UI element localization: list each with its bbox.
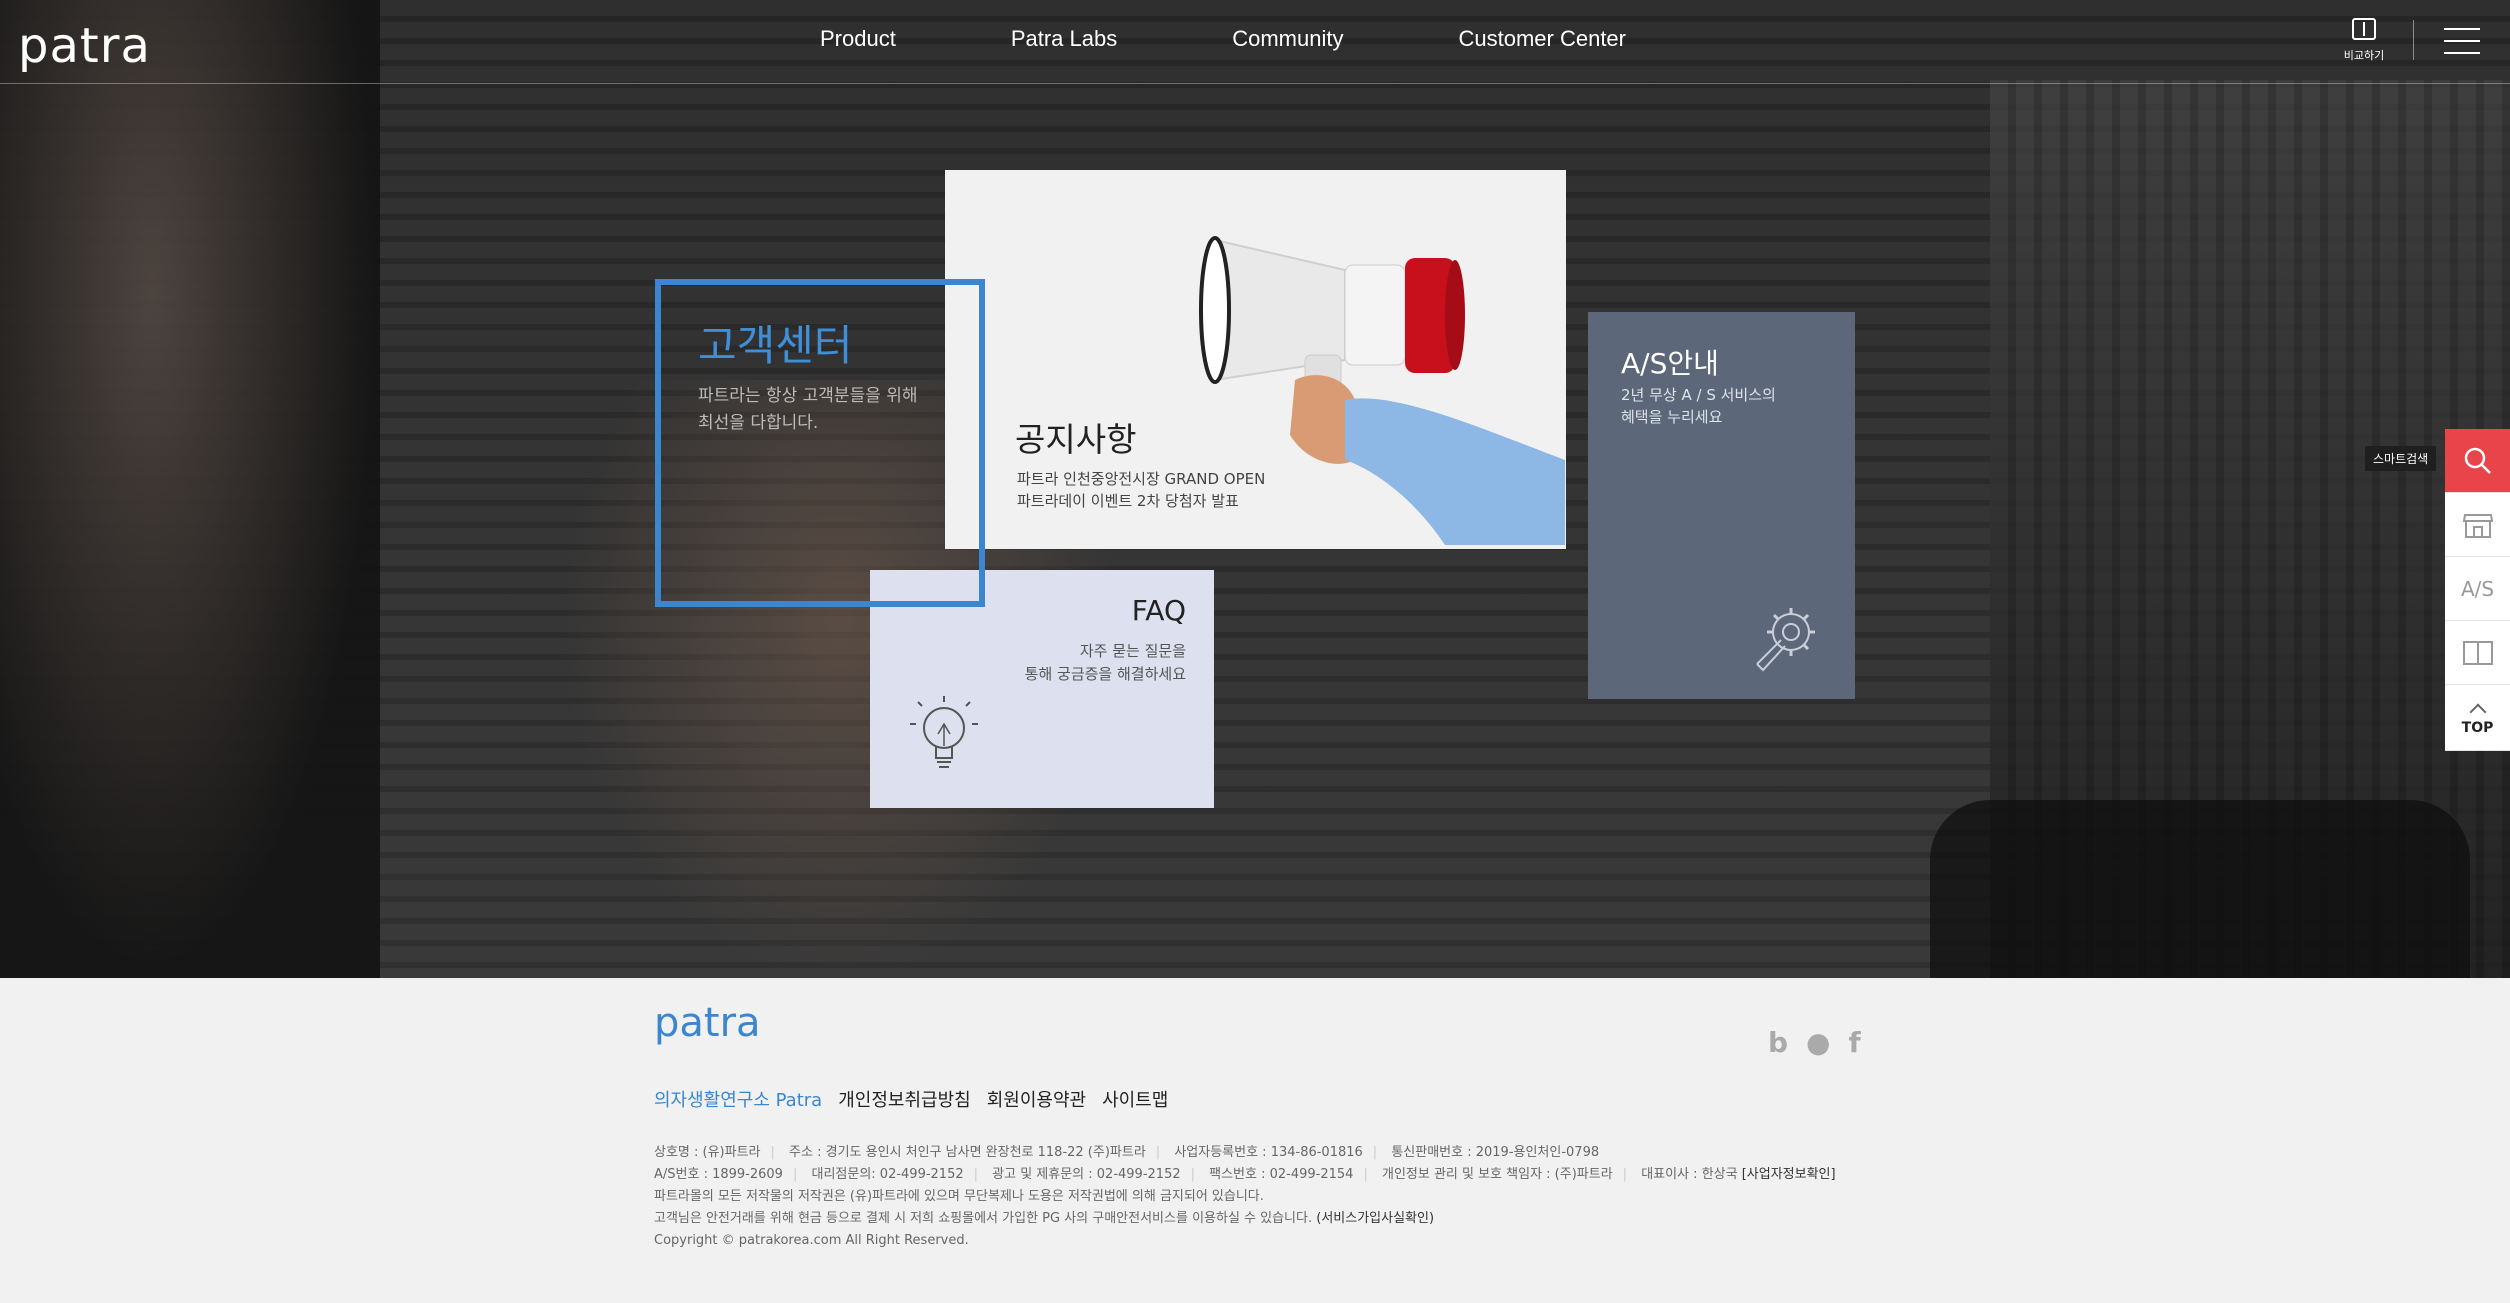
notice-line-2[interactable]: 파트라데이 이벤트 2차 당첨자 발표 bbox=[1017, 490, 1239, 511]
footer-safe-payment: 고객님은 안전거래를 위해 현금 등으로 결제 시 저희 쇼핑몰에서 가입한 P… bbox=[654, 1211, 1313, 1226]
footer-dealer-contact: 대리점문의: 02-499-2152 bbox=[811, 1167, 964, 1182]
search-icon bbox=[2464, 447, 2491, 474]
book-icon bbox=[2462, 640, 2493, 665]
footer-logo[interactable]: patra bbox=[654, 1000, 761, 1046]
footer-info: 상호명 : (유)파트라 | 주소 : 경기도 용인시 처인구 남사면 완장천로 … bbox=[654, 1142, 1836, 1252]
compare-button[interactable]: 비교하기 bbox=[2338, 18, 2390, 63]
hamburger-line bbox=[2444, 40, 2480, 42]
business-info-link[interactable]: [사업자정보확인] bbox=[1742, 1167, 1836, 1182]
compare-icon bbox=[2352, 18, 2376, 40]
as-card[interactable]: A/S안내 2년 무상 A / S 서비스의 혜택을 누리세요 bbox=[1588, 312, 1855, 699]
as-title: A/S안내 bbox=[1621, 347, 1719, 380]
footer-ceo: 대표이사 : 한상국 bbox=[1641, 1167, 1738, 1182]
nav-community[interactable]: Community bbox=[1232, 26, 1343, 52]
footer-info-row-3: 파트라몰의 모든 저작물의 저작권은 (유)파트라에 있으며 무단복제나 도용은… bbox=[654, 1189, 1264, 1204]
footer-mail-order-number: 통신판매번호 : 2019-용인처인-0798 bbox=[1391, 1145, 1600, 1160]
social-links: b ● f bbox=[1750, 1026, 1861, 1059]
footer-privacy-officer: 개인정보 관리 및 보호 책임자 : (주)파트라 bbox=[1381, 1167, 1613, 1182]
scroll-top-button[interactable]: TOP bbox=[2445, 685, 2510, 751]
footer-info-row-1: 상호명 : (유)파트라 | 주소 : 경기도 용인시 처인구 남사면 완장천로 … bbox=[654, 1145, 1600, 1160]
footer-link-sitemap[interactable]: 사이트맵 bbox=[1102, 1086, 1168, 1112]
footer-fax: 팩스번호 : 02-499-2154 bbox=[1209, 1167, 1354, 1182]
faq-title: FAQ bbox=[1131, 594, 1186, 627]
as-line-2: 혜택을 누리세요 bbox=[1621, 408, 1723, 426]
service-confirm-link[interactable]: (서비스가입사실확인) bbox=[1316, 1211, 1434, 1226]
background-chair bbox=[1930, 800, 2470, 978]
kakao-icon[interactable]: ● bbox=[1806, 1026, 1830, 1059]
footer: patra b ● f 의자생활연구소 Patra 개인정보취급방침 회원이용약… bbox=[0, 978, 2510, 1303]
gear-wrench-icon bbox=[1756, 608, 1815, 672]
chevron-up-icon bbox=[2469, 703, 2486, 720]
logo[interactable]: patra bbox=[18, 18, 151, 74]
footer-business-number: 사업자등록번호 : 134-86-01816 bbox=[1174, 1145, 1363, 1160]
catalog-button[interactable] bbox=[2445, 621, 2510, 685]
as-quick-button[interactable]: A/S bbox=[2445, 557, 2510, 621]
footer-as-number: A/S번호 : 1899-2609 bbox=[654, 1167, 783, 1182]
store-icon bbox=[2462, 513, 2493, 538]
hamburger-menu-button[interactable] bbox=[2444, 28, 2480, 56]
footer-ad-contact: 광고 및 제휴문의 : 02-499-2152 bbox=[992, 1167, 1181, 1182]
megaphone-icon bbox=[1199, 236, 1565, 545]
smart-search-tooltip: 스마트검색 bbox=[2365, 446, 2437, 471]
faq-line-2: 통해 궁금증을 해결하세요 bbox=[1024, 665, 1186, 683]
compare-label: 비교하기 bbox=[2343, 49, 2385, 62]
header: patra Product Patra Labs Community Custo… bbox=[0, 0, 2510, 84]
footer-address: 주소 : 경기도 용인시 처인구 남사면 완장천로 118-22 (주)파트라 bbox=[789, 1145, 1146, 1160]
customer-center-line-2: 최선을 다합니다. bbox=[698, 413, 819, 433]
customer-center-line-1: 파트라는 항상 고객분들을 위해 bbox=[698, 386, 918, 406]
footer-links: 의자생활연구소 Patra 개인정보취급방침 회원이용약관 사이트맵 bbox=[654, 1086, 1184, 1112]
nav-patra-labs[interactable]: Patra Labs bbox=[1011, 26, 1117, 52]
hero-section: patra Product Patra Labs Community Custo… bbox=[0, 0, 2510, 978]
main-nav: Product Patra Labs Community Customer Ce… bbox=[820, 26, 1741, 52]
notice-title: 공지사항 bbox=[1015, 420, 1137, 459]
facebook-icon[interactable]: f bbox=[1848, 1026, 1860, 1059]
blog-icon[interactable]: b bbox=[1768, 1026, 1788, 1059]
smart-search-button[interactable] bbox=[2445, 429, 2510, 493]
footer-info-row-2: A/S번호 : 1899-2609 | 대리점문의: 02-499-2152 | 광… bbox=[654, 1167, 1836, 1182]
as-line-1: 2년 무상 A / S 서비스의 bbox=[1621, 386, 1776, 404]
footer-link-terms[interactable]: 회원이용약관 bbox=[987, 1086, 1086, 1112]
nav-product[interactable]: Product bbox=[820, 26, 896, 52]
top-label: TOP bbox=[2461, 719, 2494, 736]
store-button[interactable] bbox=[2445, 493, 2510, 557]
footer-link-privacy[interactable]: 개인정보취급방침 bbox=[838, 1086, 970, 1112]
nav-customer-center[interactable]: Customer Center bbox=[1458, 26, 1626, 52]
lightbulb-icon bbox=[910, 696, 978, 768]
footer-link-lab[interactable]: 의자생활연구소 Patra bbox=[654, 1086, 822, 1112]
quick-menu: A/S TOP bbox=[2445, 429, 2510, 751]
faq-line-1: 자주 묻는 질문을 bbox=[1079, 642, 1186, 660]
notice-card[interactable]: 공지사항 파트라 인천중앙전시장 GRAND OPEN 파트라데이 이벤트 2차… bbox=[945, 170, 1566, 549]
footer-copyright: Copyright © patrakorea.com All Right Res… bbox=[654, 1233, 969, 1248]
footer-company: 상호명 : (유)파트라 bbox=[654, 1145, 761, 1160]
header-divider bbox=[2413, 20, 2414, 60]
notice-line-1[interactable]: 파트라 인천중앙전시장 GRAND OPEN bbox=[1017, 468, 1265, 489]
footer-info-row-4: 고객님은 안전거래를 위해 현금 등으로 결제 시 저희 쇼핑몰에서 가입한 P… bbox=[654, 1208, 1836, 1230]
customer-center-title: 고객센터 bbox=[698, 321, 853, 370]
background-person-left bbox=[0, 0, 380, 978]
hamburger-line bbox=[2444, 28, 2480, 30]
hamburger-line bbox=[2444, 52, 2480, 54]
